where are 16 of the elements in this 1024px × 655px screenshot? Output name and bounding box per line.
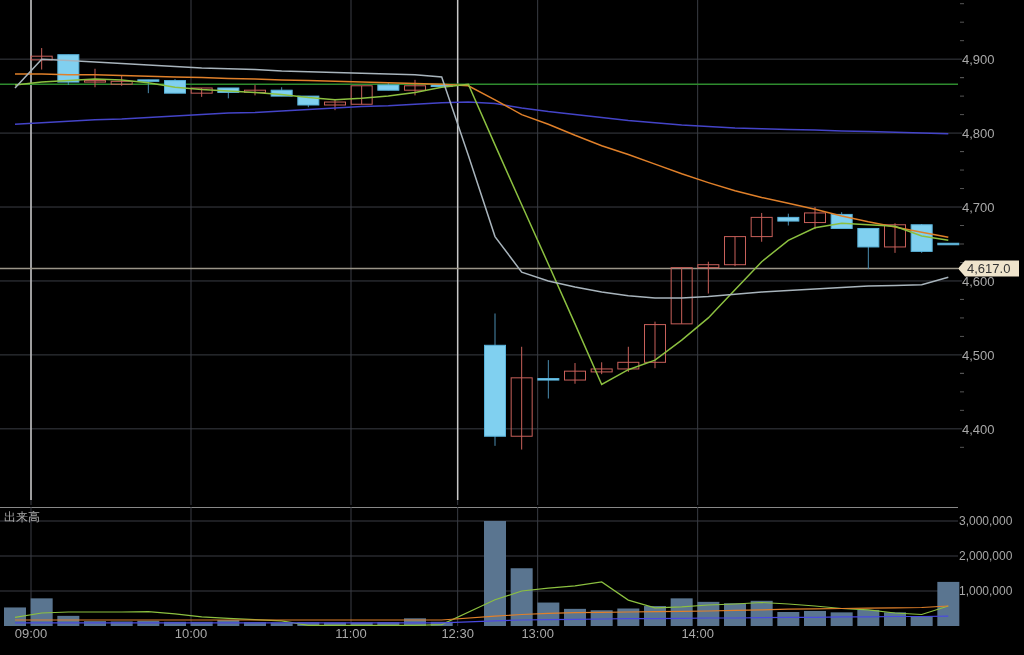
axis-label: 3,000,000 (959, 514, 1013, 528)
chart-title: 出来高 (4, 510, 40, 524)
axis-label: 4,800 (962, 126, 995, 142)
axis-label: 4,900 (962, 52, 995, 68)
axis-label: 14:00 (681, 626, 714, 641)
axis-label: 13:00 (521, 626, 554, 641)
axis-label: 10:00 (174, 626, 208, 641)
axis-label: 4,400 (962, 421, 995, 437)
axis-label: 11:00 (335, 626, 367, 641)
axis-label: 1,000,000 (959, 584, 1013, 598)
axis-label: 4,700 (962, 200, 995, 216)
axis-label: 2,000,000 (959, 549, 1013, 563)
axis-label: 4,500 (962, 347, 995, 363)
axis-label: 09:00 (14, 626, 48, 641)
price-badge: 4,617.0 (958, 260, 1019, 277)
axis-label: 12:30 (441, 626, 474, 641)
